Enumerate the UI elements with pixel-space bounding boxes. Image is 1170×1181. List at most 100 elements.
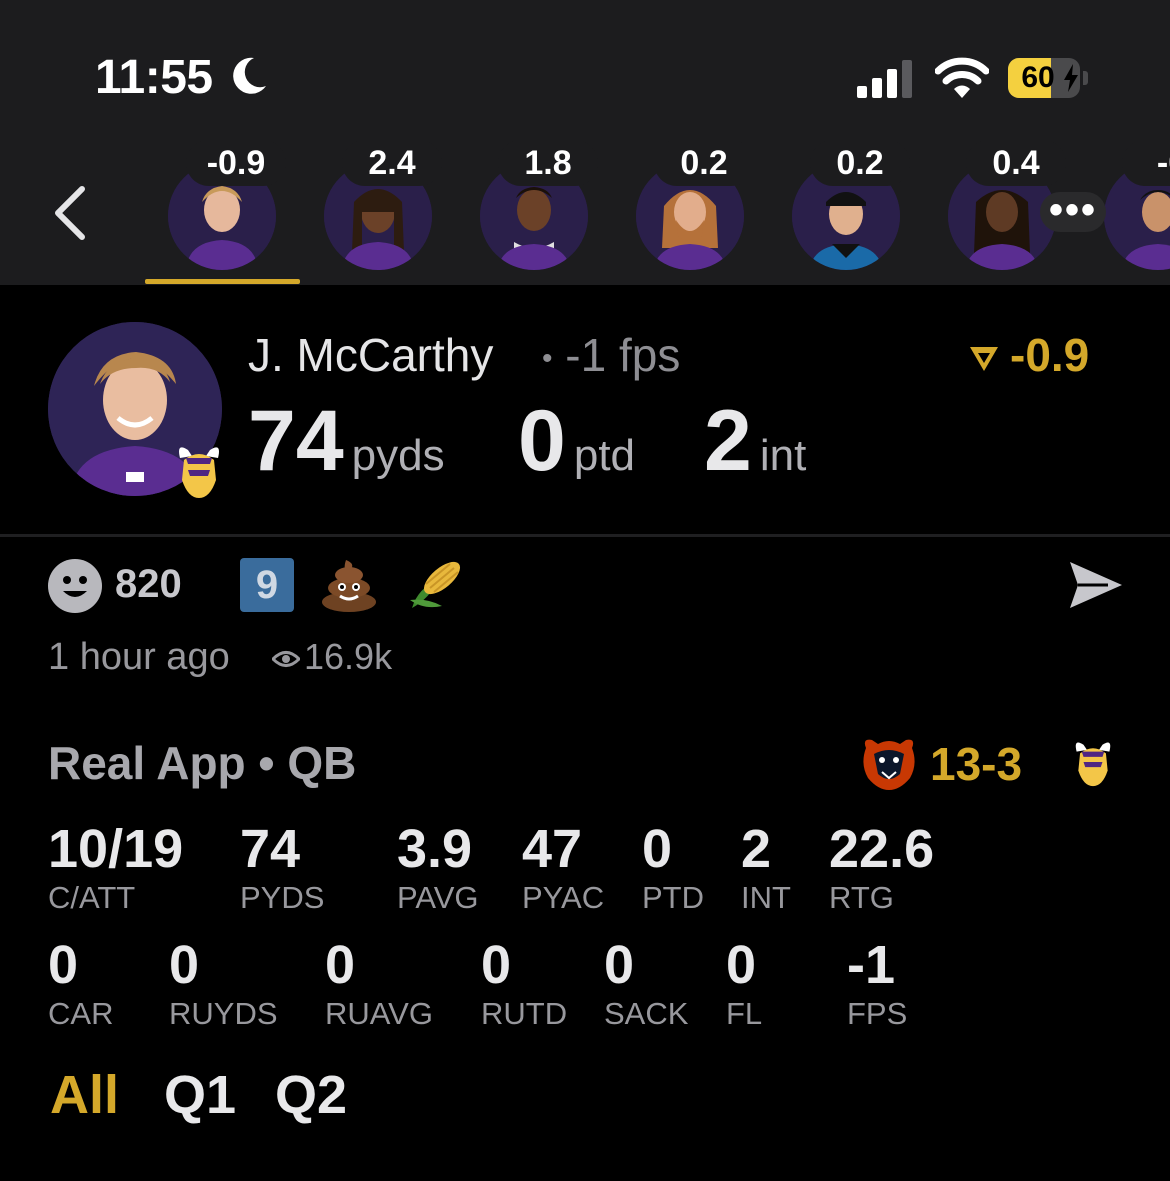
player-name[interactable]: J. McCarthy <box>248 328 493 382</box>
stat-value: 47 <box>522 819 583 879</box>
views-value: 16.9k <box>304 636 393 677</box>
share-send-icon[interactable] <box>1068 560 1124 610</box>
moon-icon <box>233 57 266 94</box>
stat-label: FL <box>726 996 763 1031</box>
player-chip[interactable]: 0.2 <box>614 140 754 270</box>
player-chip[interactable]: -0.9 <box>146 140 286 270</box>
stat-label: INT <box>741 880 791 915</box>
post-time: 1 hour ago <box>48 636 230 678</box>
section-divider <box>0 534 1170 537</box>
player-score: 1.8 <box>498 140 598 186</box>
stat-value: 10/19 <box>48 819 184 879</box>
stat-cell: 0 SACK <box>604 938 688 1032</box>
nine-reaction-badge[interactable]: 9 <box>240 558 294 612</box>
stat-value: 3.9 <box>397 819 473 879</box>
smiley-reaction-icon[interactable] <box>48 559 102 613</box>
corn-emoji-icon[interactable] <box>408 558 464 610</box>
stat-value: 22.6 <box>829 819 935 879</box>
stat-value: 0 <box>325 935 356 995</box>
stat-value: 0 <box>726 935 757 995</box>
cellular-signal-icon <box>857 60 912 98</box>
game-score[interactable]: 13-3 <box>930 737 1022 791</box>
stat-cell: 0 PTD <box>642 822 704 916</box>
player-score: -0.9 <box>186 140 286 186</box>
stat-unit: int <box>759 431 807 480</box>
tab-q2[interactable]: Q2 <box>275 1064 347 1126</box>
player-chip[interactable]: 0.2 <box>770 140 910 270</box>
stat-cell: 3.9 PAVG <box>397 822 479 916</box>
stat-value: 2 <box>704 393 752 489</box>
score-delta: -0.9 <box>968 328 1089 382</box>
vikings-logo-icon <box>1075 742 1111 787</box>
player-chip[interactable]: 0.4 <box>926 140 1066 270</box>
stat-cell: 0 RUAVG <box>325 938 433 1032</box>
stat-value: -1 <box>847 935 896 995</box>
stat-cell: 22.6 RTG <box>829 822 934 916</box>
player-score: 0.2 <box>654 140 754 186</box>
stat-label: RUTD <box>481 996 568 1031</box>
player-score: 0.4 <box>966 140 1066 186</box>
wifi-icon <box>935 57 989 98</box>
stat-label: CAR <box>48 996 114 1031</box>
headline-stat: 74 pyds <box>248 392 445 491</box>
stat-label: PYDS <box>240 880 325 915</box>
vikings-logo-icon <box>179 447 219 498</box>
stat-value: 0 <box>642 819 673 879</box>
view-count: 16.9k <box>270 636 393 678</box>
stat-value: 2 <box>741 819 772 879</box>
status-time: 11:55 <box>95 51 213 104</box>
stat-value: 0 <box>48 935 79 995</box>
stat-label: C/ATT <box>48 880 136 915</box>
stat-cell: 2 INT <box>741 822 791 916</box>
stat-label: PYAC <box>522 880 605 915</box>
stat-value: 74 <box>248 393 344 489</box>
stat-value: 0 <box>518 393 566 489</box>
headline-stat: 0 ptd <box>518 392 635 491</box>
real-logo-icon <box>970 346 998 371</box>
league-name: Real App <box>48 737 246 789</box>
stat-label: PTD <box>642 880 704 915</box>
player-score: 0.2 <box>810 140 910 186</box>
battery-percent: 60 <box>1021 61 1055 94</box>
stat-cell: 0 RUTD <box>481 938 567 1032</box>
active-player-indicator <box>145 279 300 284</box>
headline-stat: 2 int <box>704 392 806 491</box>
stat-label: FPS <box>847 996 908 1031</box>
stat-cell: 0 CAR <box>48 938 113 1032</box>
stat-unit: ptd <box>573 431 636 480</box>
league-position: Real App • QB <box>48 737 357 789</box>
tab-q1[interactable]: Q1 <box>164 1064 236 1126</box>
eye-icon <box>270 651 302 668</box>
stat-unit: pyds <box>351 431 445 480</box>
stat-cell: 10/19 C/ATT <box>48 822 183 916</box>
stat-cell: 74 PYDS <box>240 822 324 916</box>
tab-all[interactable]: All <box>50 1064 119 1126</box>
stat-value: 0 <box>481 935 512 995</box>
player-chip[interactable]: 2.4 <box>302 140 442 270</box>
stat-label: PAVG <box>397 880 479 915</box>
charging-bolt-icon <box>1064 64 1078 92</box>
position: QB <box>287 737 357 789</box>
player-score: -0 <box>1122 140 1170 186</box>
battery-indicator: 60 <box>1008 58 1088 98</box>
player-strip: -0.9 2.4 1.8 0.2 0.2 0.4 -0 <box>0 140 1170 285</box>
stat-cell: 47 PYAC <box>522 822 604 916</box>
player-chip[interactable]: 1.8 <box>458 140 598 270</box>
player-fps-note: • -1 fps <box>542 329 681 381</box>
delta-value: -0.9 <box>1010 329 1090 381</box>
more-button[interactable]: ••• <box>1040 190 1106 232</box>
stat-value: 0 <box>604 935 635 995</box>
stat-label: RTG <box>829 880 894 915</box>
stat-cell: 0 RUYDS <box>169 938 278 1032</box>
stat-label: RUAVG <box>325 996 433 1031</box>
bears-logo-icon <box>863 739 915 790</box>
fps-value: -1 fps <box>565 329 681 381</box>
stat-cell: 0 FL <box>726 938 762 1032</box>
player-score: 2.4 <box>342 140 442 186</box>
stat-label: RUYDS <box>169 996 278 1031</box>
poop-emoji-icon[interactable] <box>320 558 378 612</box>
stat-label: SACK <box>604 996 689 1031</box>
stat-value: 74 <box>240 819 301 879</box>
stat-cell: -1 FPS <box>847 938 907 1032</box>
reaction-count: 820 <box>115 562 182 606</box>
